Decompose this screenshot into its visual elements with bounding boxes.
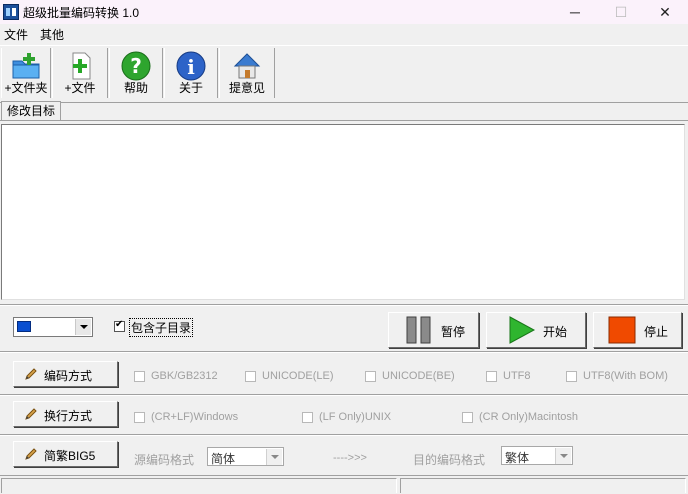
drive-icon <box>17 321 31 332</box>
add-folder-button[interactable]: +文件夹 <box>1 48 51 98</box>
encoding-unicode-be-checkbox[interactable] <box>365 371 376 382</box>
add-file-icon <box>72 52 91 80</box>
app-icon <box>3 4 19 20</box>
convert-arrow: ---->>> <box>333 452 367 464</box>
encoding-unicode-le-checkbox[interactable] <box>245 371 256 382</box>
target-encoding-value: 繁体 <box>505 451 530 465</box>
feedback-button[interactable]: 提意见 <box>219 48 275 98</box>
stop-icon <box>608 316 636 344</box>
tab-panel-border <box>0 120 688 121</box>
chevron-down-icon[interactable] <box>75 319 91 335</box>
linebreak-unix-label: (LF Only)UNIX <box>319 411 392 423</box>
play-icon <box>509 316 536 344</box>
target-file-list[interactable] <box>1 124 685 300</box>
chevron-down-icon[interactable] <box>266 449 282 465</box>
home-feedback-icon <box>233 53 261 79</box>
start-label: 开始 <box>543 325 568 339</box>
linebreak-mac-checkbox[interactable] <box>462 412 473 423</box>
status-pane-left <box>1 478 397 493</box>
minimize-button[interactable]: ─ <box>552 0 598 24</box>
encoding-mode-button[interactable]: 编码方式 <box>13 361 118 387</box>
encoding-utf8-checkbox[interactable] <box>486 371 497 382</box>
target-encoding-select[interactable]: 繁体 <box>501 446 573 465</box>
help-button[interactable]: ? 帮助 <box>109 48 163 98</box>
encoding-utf8-label: UTF8 <box>503 370 531 382</box>
pencil-icon <box>25 368 37 380</box>
pause-icon <box>406 316 431 344</box>
source-encoding-label: 源编码格式 <box>134 453 195 467</box>
about-label: 关于 <box>178 81 203 95</box>
encoding-mode-label: 编码方式 <box>44 369 93 383</box>
source-encoding-select[interactable]: 简体 <box>207 447 284 466</box>
encoding-unicode-be-label: UNICODE(BE) <box>382 370 455 382</box>
about-button[interactable]: i 关于 <box>164 48 218 98</box>
pencil-icon <box>25 408 37 420</box>
add-file-label: +文件 <box>64 81 96 95</box>
close-button[interactable]: ✕ <box>642 0 688 24</box>
chevron-down-icon[interactable] <box>555 448 571 464</box>
svg-text:?: ? <box>130 54 142 78</box>
include-subdirs-label[interactable]: 包含子目录 <box>129 318 194 337</box>
linebreak-windows-checkbox[interactable] <box>134 412 145 423</box>
big5-convert-label: 简繁BIG5 <box>44 449 96 463</box>
big5-convert-button[interactable]: 简繁BIG5 <box>13 441 118 467</box>
stop-label: 停止 <box>644 325 669 339</box>
maximize-button[interactable]: ☐ <box>598 0 644 24</box>
include-subdirs-checkbox[interactable] <box>114 319 125 332</box>
menu-other[interactable]: 其他 <box>40 26 64 43</box>
add-folder-icon <box>12 53 40 79</box>
encoding-gbk-label: GBK/GB2312 <box>151 370 218 382</box>
drive-select[interactable] <box>13 317 93 337</box>
divider <box>0 434 688 436</box>
status-pane-right <box>400 478 686 493</box>
window-title: 超级批量编码转换 1.0 <box>23 6 140 20</box>
stop-button[interactable]: 停止 <box>593 312 682 348</box>
divider <box>0 351 688 353</box>
encoding-utf8-bom-label: UTF8(With BOM) <box>583 370 668 382</box>
linebreak-windows-label: (CR+LF)Windows <box>151 411 239 423</box>
add-file-button[interactable]: +文件 <box>52 48 108 98</box>
help-label: 帮助 <box>123 81 148 95</box>
linebreak-mode-button[interactable]: 换行方式 <box>13 401 118 427</box>
pencil-icon <box>25 448 37 460</box>
encoding-utf8-bom-checkbox[interactable] <box>566 371 577 382</box>
feedback-label: 提意见 <box>228 81 265 95</box>
tab-modify-target[interactable]: 修改目标 <box>1 101 61 121</box>
pause-label: 暂停 <box>441 325 466 339</box>
start-button[interactable]: 开始 <box>486 312 586 348</box>
encoding-unicode-le-label: UNICODE(LE) <box>262 370 334 382</box>
source-encoding-value: 简体 <box>211 452 236 466</box>
svg-text:i: i <box>187 55 195 79</box>
encoding-gbk-checkbox[interactable] <box>134 371 145 382</box>
linebreak-mac-label: (CR Only)Macintosh <box>479 411 579 423</box>
divider <box>0 394 688 396</box>
pause-button[interactable]: 暂停 <box>388 312 479 348</box>
divider <box>0 304 688 306</box>
linebreak-mode-label: 换行方式 <box>44 409 93 423</box>
menu-file[interactable]: 文件 <box>4 26 28 43</box>
add-folder-label: +文件夹 <box>4 81 48 95</box>
menu-bar <box>0 24 688 44</box>
linebreak-unix-checkbox[interactable] <box>302 412 313 423</box>
info-icon: i <box>176 51 206 81</box>
help-icon: ? <box>121 51 151 81</box>
target-encoding-label: 目的编码格式 <box>413 453 486 467</box>
